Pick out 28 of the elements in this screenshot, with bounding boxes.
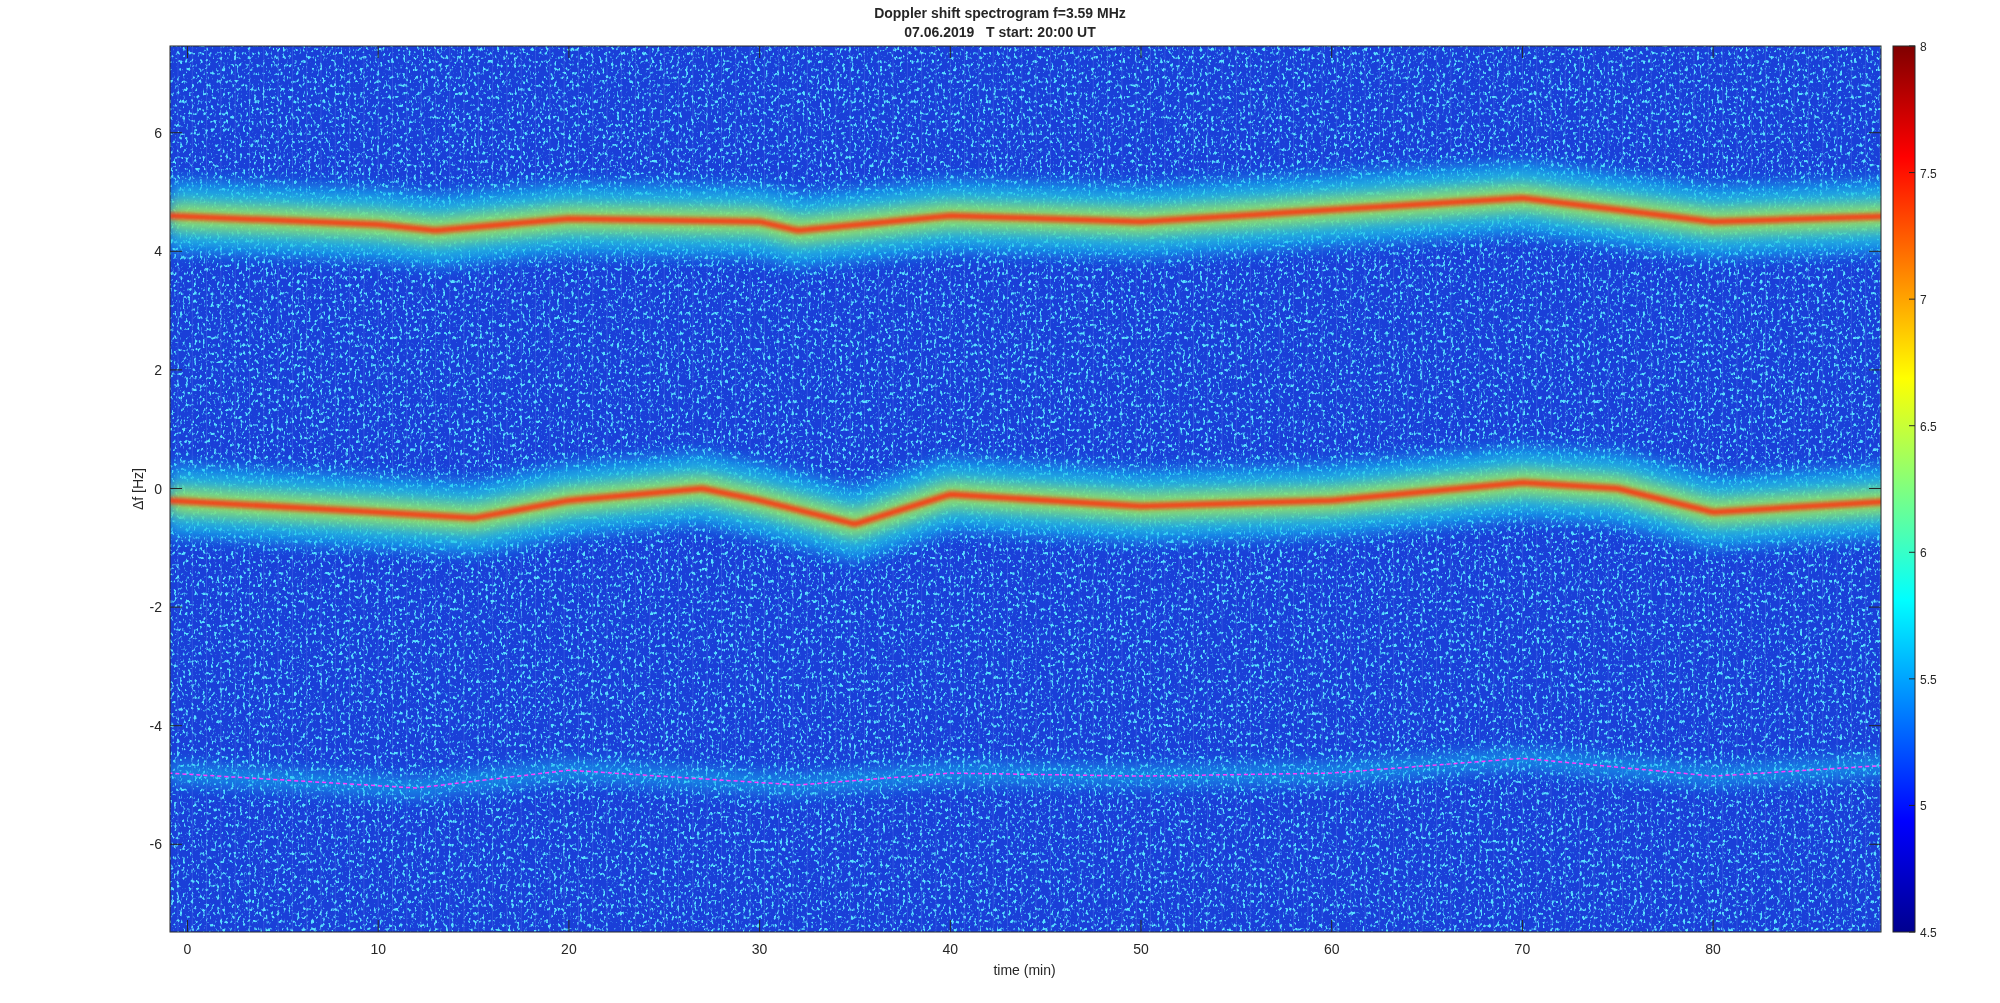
colorbar-tick-label: 5.5 xyxy=(1920,672,1937,687)
y-tick-label: -6 xyxy=(149,836,162,853)
x-tick-label: 60 xyxy=(1323,941,1340,957)
x-tick-label: 0 xyxy=(183,941,192,957)
x-tick-label: 40 xyxy=(942,941,959,957)
y-tick-label: 2 xyxy=(154,361,162,378)
x-tick-label: 10 xyxy=(370,941,386,957)
y-tick-label: -4 xyxy=(149,717,162,734)
y-tick-label: 4 xyxy=(154,243,162,260)
y-tick-label: 0 xyxy=(154,480,162,497)
x-axis-label: time (min) xyxy=(993,962,1056,978)
colorbar-tick-label: 7 xyxy=(1920,293,1927,308)
x-tick-label: 80 xyxy=(1705,941,1721,957)
y-axis-label: Δf [Hz] xyxy=(130,468,146,510)
x-tick-label: 70 xyxy=(1514,941,1531,957)
colorbar-tick-label: 8 xyxy=(1920,40,1927,54)
y-tick-label: -2 xyxy=(149,599,162,616)
colorbar-tick-label: 4.5 xyxy=(1920,926,1937,940)
colorbar-tick-label: 6.5 xyxy=(1920,419,1937,434)
plot-title: Doppler shift spectrogram f=3.59 MHz xyxy=(874,5,1126,21)
colorbar-tick-label: 7.5 xyxy=(1920,166,1937,181)
plot-subtitle: 07.06.2019 T start: 20:00 UT xyxy=(904,24,1096,40)
colorbar-tick-label: 5 xyxy=(1920,799,1927,814)
x-tick-label: 30 xyxy=(751,941,768,957)
colorbar-tick-label: 6 xyxy=(1920,546,1927,561)
y-tick-label: 6 xyxy=(154,124,162,141)
x-tick-label: 50 xyxy=(1133,941,1149,957)
x-tick-label: 20 xyxy=(561,941,577,957)
